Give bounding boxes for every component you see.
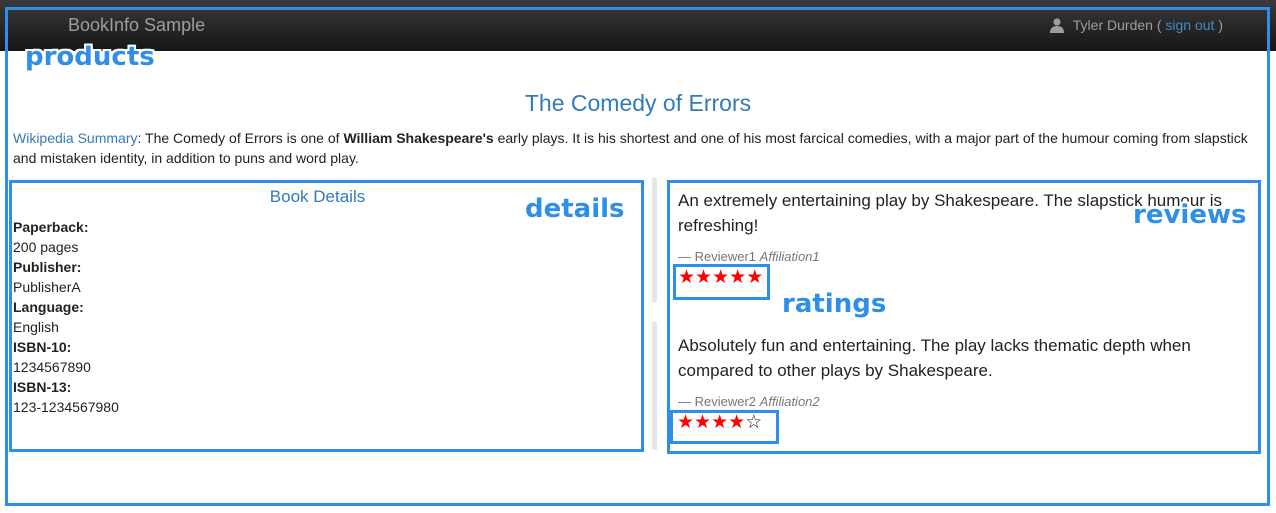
details-annotation: details: [525, 194, 625, 224]
ratings-frame: [670, 410, 779, 444]
products-annotation: products: [25, 42, 155, 72]
reviews-annotation: reviews: [1133, 200, 1247, 230]
ratings-frame: [673, 264, 770, 300]
ratings-annotation: ratings: [782, 289, 887, 319]
